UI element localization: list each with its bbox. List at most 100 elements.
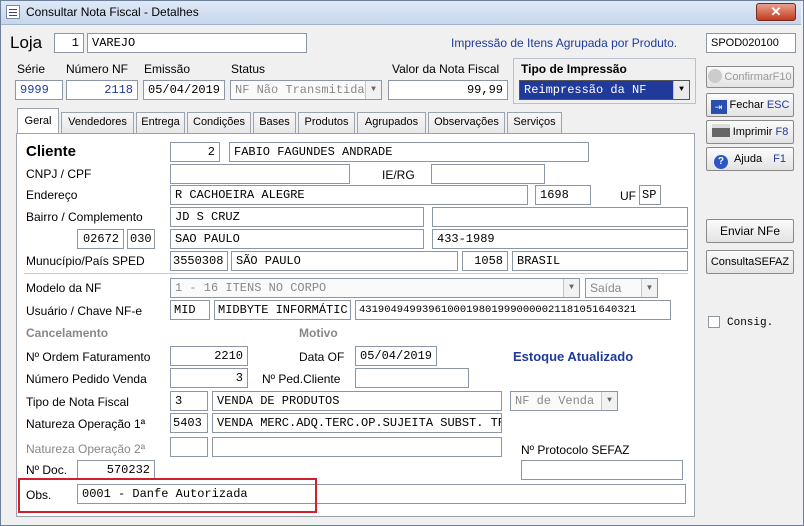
- nf-venda-value: NF de Venda: [515, 394, 595, 408]
- natureza2-label: Natureza Operação 2ª: [26, 442, 146, 456]
- modelo-dropdown[interactable]: 1 - 16 ITENS NO CORPO ▼: [170, 278, 580, 298]
- endereco-numero-field[interactable]: 1698: [535, 185, 591, 205]
- ordem-label: Nº Ordem Faturamento: [26, 350, 151, 364]
- consulta-sefaz-button[interactable]: ConsultaSEFAZ: [706, 250, 794, 274]
- chevron-down-icon: ▼: [673, 81, 689, 99]
- modelo-label: Modelo da NF: [26, 281, 102, 295]
- pedido-field[interactable]: 3: [170, 368, 248, 388]
- cliente-name-field[interactable]: FABIO FAGUNDES ANDRADE: [229, 142, 589, 162]
- saida-dropdown[interactable]: Saída ▼: [585, 278, 658, 298]
- serie-field[interactable]: 9999: [15, 80, 63, 100]
- natureza2-name-field[interactable]: [212, 437, 502, 457]
- municipio-name-field[interactable]: SÃO PAULO: [231, 251, 458, 271]
- status-label: Status: [231, 62, 266, 76]
- data-of-label: Data OF: [299, 350, 345, 364]
- tab-observacoes[interactable]: Observações: [428, 112, 505, 133]
- ped-cliente-label: Nº Ped.Cliente: [262, 372, 341, 386]
- consig-label: Consig.: [727, 317, 774, 329]
- data-of-field[interactable]: 05/04/2019: [355, 346, 437, 366]
- bairro-field[interactable]: JD S CRUZ: [170, 207, 424, 227]
- motivo-label: Motivo: [299, 326, 338, 340]
- status-dropdown[interactable]: NF Não Transmitida ▼: [230, 80, 382, 100]
- pais-code-field[interactable]: 1058: [462, 251, 508, 271]
- saida-value: Saída: [590, 281, 622, 295]
- uf-field[interactable]: SP: [639, 185, 661, 205]
- usuario-label: Usuário / Chave NF-e: [26, 304, 143, 318]
- tab-agrupados[interactable]: Agrupados: [357, 112, 426, 133]
- cnpj-field[interactable]: [170, 164, 350, 184]
- cep-suffix-field[interactable]: 030: [127, 229, 155, 249]
- pais-name-field[interactable]: BRASIL: [512, 251, 688, 271]
- natureza1-code-field[interactable]: 5403: [170, 413, 208, 433]
- confirmar-button[interactable]: ConfirmarF10: [706, 66, 794, 88]
- tab-condicoes[interactable]: Condições: [187, 112, 251, 133]
- close-button[interactable]: ✕: [756, 3, 796, 21]
- exit-icon: ⇥: [710, 100, 727, 114]
- doc-label: Nº Doc.: [26, 463, 68, 477]
- emissao-field[interactable]: 05/04/2019: [143, 80, 225, 100]
- tipo-impressao-dropdown[interactable]: Reimpressão da NF ▼: [519, 80, 690, 100]
- emissao-label: Emissão: [144, 62, 191, 76]
- screen-code: SPOD020100: [706, 33, 796, 53]
- endereco-field[interactable]: R CACHOEIRA ALEGRE: [170, 185, 528, 205]
- imprimir-button[interactable]: Imprimir F8: [706, 120, 794, 144]
- window-title: Consultar Nota Fiscal - Detalhes: [26, 5, 199, 19]
- cancelamento-label: Cancelamento: [26, 326, 109, 340]
- cnpj-label: CNPJ / CPF: [26, 167, 92, 181]
- modelo-value: 1 - 16 ITENS NO CORPO: [175, 281, 327, 295]
- estoque-status: Estoque Atualizado: [513, 349, 634, 364]
- ajuda-button[interactable]: ? Ajuda F1: [706, 147, 794, 171]
- nf-venda-dropdown[interactable]: NF de Venda ▼: [510, 391, 618, 411]
- cidade-field[interactable]: SAO PAULO: [170, 229, 424, 249]
- confirm-icon: [708, 69, 723, 83]
- ped-cliente-field[interactable]: [355, 368, 469, 388]
- consig-checkbox[interactable]: [708, 316, 720, 328]
- help-icon: ?: [713, 155, 728, 169]
- uf-label: UF: [620, 189, 636, 203]
- chevron-down-icon: ▼: [563, 279, 579, 297]
- tab-produtos[interactable]: Produtos: [298, 112, 355, 133]
- protocolo-field[interactable]: [521, 460, 683, 480]
- telefone-field[interactable]: 433-1989: [432, 229, 688, 249]
- tab-vendedores[interactable]: Vendedores: [61, 112, 134, 133]
- chevron-down-icon: ▼: [601, 392, 617, 410]
- complemento-field[interactable]: [432, 207, 688, 227]
- usuario-name-field[interactable]: MIDBYTE INFORMÁTIC.: [214, 300, 351, 320]
- status-value: NF Não Transmitida: [235, 83, 365, 97]
- app-icon: [6, 5, 20, 19]
- printer-icon: [711, 124, 730, 137]
- chave-nfe-field[interactable]: 4319049499396100019801999000002118105164…: [355, 300, 671, 320]
- serie-label: Série: [17, 62, 46, 76]
- fechar-button[interactable]: ⇥ Fechar ESC: [706, 93, 794, 117]
- protocolo-label: Nº Protocolo SEFAZ: [521, 443, 630, 457]
- chevron-down-icon: ▼: [365, 81, 381, 99]
- tab-bases[interactable]: Bases: [253, 112, 296, 133]
- doc-field[interactable]: 570232: [77, 460, 155, 480]
- valor-field[interactable]: 99,99: [388, 80, 508, 100]
- numero-field[interactable]: 2118: [66, 80, 138, 100]
- cliente-number-field[interactable]: 2: [170, 142, 220, 162]
- cep-prefix-field[interactable]: 02672: [77, 229, 124, 249]
- loja-label: Loja: [10, 33, 43, 52]
- ie-label: IE/RG: [382, 168, 415, 182]
- natureza2-code-field[interactable]: [170, 437, 208, 457]
- municipio-code-field[interactable]: 3550308: [170, 251, 228, 271]
- highlight-box: [18, 478, 317, 513]
- tipo-nf-code-field[interactable]: 3: [170, 391, 208, 411]
- loja-number-field[interactable]: 1: [54, 33, 84, 53]
- tab-entrega[interactable]: Entrega: [136, 112, 185, 133]
- chevron-down-icon: ▼: [641, 279, 657, 297]
- usuario-code-field[interactable]: MID: [170, 300, 210, 320]
- ie-field[interactable]: [431, 164, 545, 184]
- enviar-nfe-button[interactable]: Enviar NFe: [706, 219, 794, 243]
- tipo-nf-name-field[interactable]: VENDA DE PRODUTOS: [212, 391, 502, 411]
- loja-name-field[interactable]: VAREJO: [87, 33, 307, 53]
- ordem-field[interactable]: 2210: [170, 346, 248, 366]
- natureza1-name-field[interactable]: VENDA MERC.ADQ.TERC.OP.SUJEITA SUBST. TR: [212, 413, 502, 433]
- cliente-label: Cliente: [26, 143, 77, 160]
- tipo-nf-label: Tipo de Nota Fiscal: [26, 395, 129, 409]
- bairro-label: Bairro / Complemento: [26, 210, 143, 224]
- pedido-label: Número Pedido Venda: [26, 372, 147, 386]
- tab-servicos[interactable]: Serviços: [507, 112, 562, 133]
- tab-geral[interactable]: Geral: [17, 108, 59, 134]
